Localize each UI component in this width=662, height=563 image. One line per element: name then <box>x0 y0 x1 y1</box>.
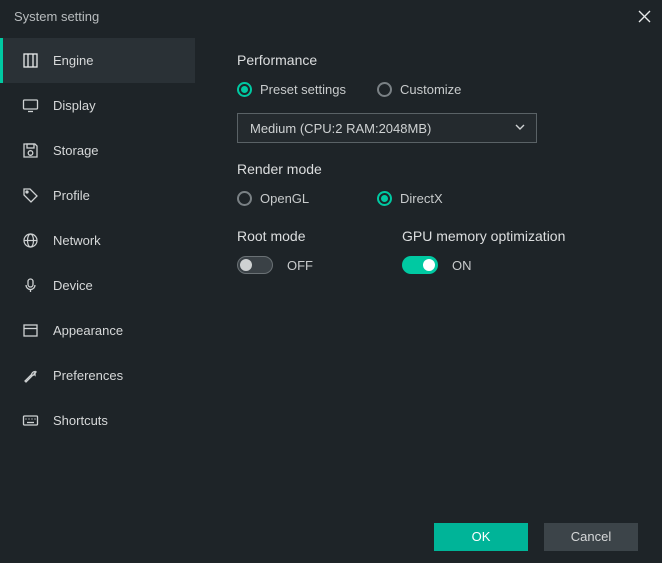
radio-dot-icon <box>237 191 252 206</box>
sidebar-item-appearance[interactable]: Appearance <box>0 308 195 353</box>
gpu-optimization-heading: GPU memory optimization <box>402 228 622 244</box>
sidebar-item-label: Preferences <box>53 368 123 383</box>
close-icon <box>638 10 651 23</box>
sidebar-item-device[interactable]: Device <box>0 263 195 308</box>
radio-opengl[interactable]: OpenGL <box>237 191 377 206</box>
globe-icon <box>21 232 39 250</box>
button-label: Cancel <box>571 529 611 544</box>
titlebar: System setting <box>0 0 662 32</box>
sidebar-item-preferences[interactable]: Preferences <box>0 353 195 398</box>
sidebar-item-label: Appearance <box>53 323 123 338</box>
footer: OK Cancel <box>0 510 662 563</box>
microphone-icon <box>21 277 39 295</box>
radio-label: Preset settings <box>260 82 346 97</box>
performance-heading: Performance <box>237 52 632 68</box>
sidebar-item-label: Network <box>53 233 101 248</box>
button-label: OK <box>472 529 491 544</box>
radio-label: OpenGL <box>260 191 309 206</box>
chevron-down-icon <box>514 121 526 136</box>
keyboard-icon <box>21 412 39 430</box>
performance-preset-dropdown[interactable]: Medium (CPU:2 RAM:2048MB) <box>237 113 537 143</box>
ok-button[interactable]: OK <box>434 523 528 551</box>
radio-directx[interactable]: DirectX <box>377 191 517 206</box>
window-title: System setting <box>14 9 99 24</box>
radio-dot-icon <box>377 191 392 206</box>
storage-icon <box>21 142 39 160</box>
root-mode-heading: Root mode <box>237 228 402 244</box>
radio-label: Customize <box>400 82 461 97</box>
radio-customize[interactable]: Customize <box>377 82 517 97</box>
radio-dot-icon <box>377 82 392 97</box>
sidebar-item-network[interactable]: Network <box>0 218 195 263</box>
display-icon <box>21 97 39 115</box>
content-panel: Performance Preset settings Customize Me… <box>195 32 662 510</box>
cancel-button[interactable]: Cancel <box>544 523 638 551</box>
appearance-icon <box>21 322 39 340</box>
sidebar-item-label: Device <box>53 278 93 293</box>
sidebar-item-label: Storage <box>53 143 99 158</box>
toggle-state-label: ON <box>452 258 472 273</box>
toggle-state-label: OFF <box>287 258 313 273</box>
close-button[interactable] <box>636 8 652 24</box>
sidebar-item-display[interactable]: Display <box>0 83 195 128</box>
sidebar-item-storage[interactable]: Storage <box>0 128 195 173</box>
sidebar-item-engine[interactable]: Engine <box>0 38 195 83</box>
radio-label: DirectX <box>400 191 443 206</box>
sidebar-item-label: Display <box>53 98 96 113</box>
dropdown-value: Medium (CPU:2 RAM:2048MB) <box>250 121 431 136</box>
root-mode-toggle[interactable] <box>237 256 273 274</box>
sidebar-item-shortcuts[interactable]: Shortcuts <box>0 398 195 443</box>
wrench-icon <box>21 367 39 385</box>
sidebar-item-label: Profile <box>53 188 90 203</box>
gpu-optimization-toggle[interactable] <box>402 256 438 274</box>
sidebar-item-label: Shortcuts <box>53 413 108 428</box>
engine-icon <box>21 52 39 70</box>
radio-preset-settings[interactable]: Preset settings <box>237 82 377 97</box>
tag-icon <box>21 187 39 205</box>
radio-dot-icon <box>237 82 252 97</box>
sidebar-item-label: Engine <box>53 53 93 68</box>
render-mode-heading: Render mode <box>237 161 632 177</box>
sidebar: Engine Display Storage Profile Network <box>0 32 195 510</box>
sidebar-item-profile[interactable]: Profile <box>0 173 195 218</box>
